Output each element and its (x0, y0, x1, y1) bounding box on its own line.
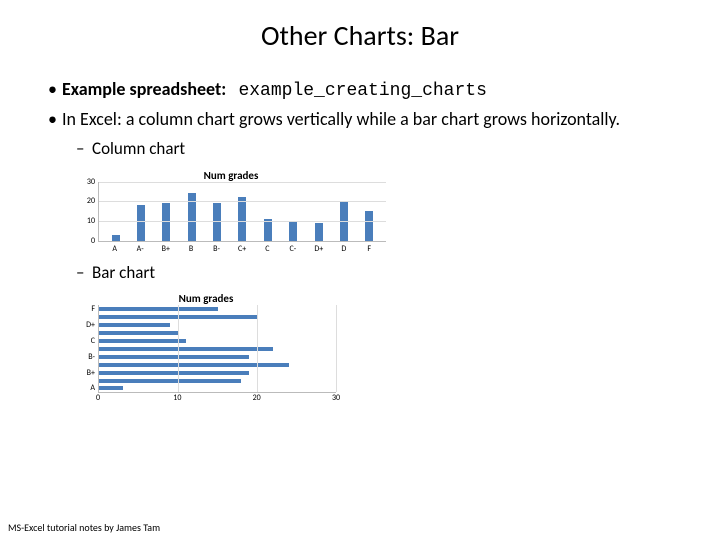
y-tick-label: B- (77, 352, 95, 362)
bullet-dot-icon: • (48, 107, 62, 131)
y-tick-label: A (77, 383, 95, 393)
column-chart-plot: 0102030 (98, 182, 386, 242)
column-bar (137, 205, 145, 240)
y-tick-label: C (77, 336, 95, 346)
x-tick-label: A- (136, 244, 144, 254)
bar-chart-xlabels: 0102030 (98, 393, 336, 405)
gridline (99, 221, 386, 222)
x-tick-label: D+ (314, 244, 322, 254)
x-tick-label: A (111, 244, 119, 254)
x-tick-label: B (187, 244, 195, 254)
bullet-2-text: In Excel: a column chart grows verticall… (62, 107, 620, 131)
bar (99, 379, 241, 383)
sub-bullet-bar-label: Bar chart (92, 262, 155, 285)
gridline (257, 305, 258, 392)
gridline (99, 201, 386, 202)
column-bar (238, 197, 246, 240)
y-tick-label: D+ (77, 320, 95, 330)
y-tick-label: B+ (77, 368, 95, 378)
bullet-2: • In Excel: a column chart grows vertica… (48, 107, 680, 131)
bar-row (99, 378, 336, 384)
bullet-1-prefix: Example spreadsheet: (62, 78, 226, 100)
column-bar (315, 223, 323, 241)
bar-chart: Num grades F D+ C B- B+ A 0 10 20 30 (76, 292, 680, 405)
column-bar (264, 219, 272, 241)
x-tick-label: D (340, 244, 348, 254)
column-chart-title: Num grades (76, 169, 386, 182)
x-tick-label: C (263, 244, 271, 254)
bar-row: B- (99, 354, 336, 360)
page-title: Other Charts: Bar (40, 18, 680, 53)
bar (99, 323, 170, 327)
y-tick-label: 10 (79, 216, 95, 226)
y-tick-label: 30 (79, 177, 95, 187)
column-chart: Num grades 0102030 AA-B+BB-C+CC-D+DF (76, 169, 680, 254)
x-tick-label: 30 (332, 393, 340, 403)
bullet-1: • Example spreadsheet: example_creating_… (48, 77, 680, 103)
bar (99, 386, 123, 390)
x-tick-label: B- (213, 244, 221, 254)
x-tick-label: C- (289, 244, 297, 254)
bar (99, 339, 186, 343)
bar-row (99, 346, 336, 352)
dash-icon: – (76, 138, 92, 161)
bar (99, 307, 218, 311)
bullet-list: • Example spreadsheet: example_creating_… (48, 77, 680, 161)
bar (99, 363, 289, 367)
bar-chart-plot: F D+ C B- B+ A (98, 305, 336, 393)
bar (99, 331, 178, 335)
gridline (99, 182, 386, 183)
gridline (336, 305, 337, 392)
column-bar (289, 221, 297, 241)
bar (99, 371, 249, 375)
column-bar (365, 211, 373, 241)
y-tick-label: 0 (79, 236, 95, 246)
bar-row: B+ (99, 370, 336, 376)
bar-row: C (99, 338, 336, 344)
gridline (178, 305, 179, 392)
bar-row: D+ (99, 322, 336, 328)
bar-row: F (99, 306, 336, 312)
bar (99, 355, 249, 359)
y-tick-label: F (77, 304, 95, 314)
bar-row (99, 330, 336, 336)
footer-text: MS-Excel tutorial notes by James Tam (8, 521, 160, 534)
dash-icon: – (76, 262, 92, 285)
bar-row (99, 362, 336, 368)
x-tick-label: 20 (253, 393, 261, 403)
bar-chart-title: Num grades (76, 292, 336, 305)
bullet-1-filename: example_creating_charts (238, 81, 486, 101)
column-chart-xlabels: A A- B+ B B- C+ C C- D+ D F (98, 244, 386, 254)
bullet-dot-icon: • (48, 77, 62, 103)
x-tick-label: 10 (173, 393, 181, 403)
x-tick-label: C+ (238, 244, 246, 254)
x-tick-label: F (365, 244, 373, 254)
bar-row: A (99, 385, 336, 391)
x-tick-label: 0 (96, 393, 100, 403)
column-bar (112, 235, 120, 241)
bar (99, 347, 273, 351)
bar-row (99, 314, 336, 320)
sub-bullet-bar: – Bar chart (76, 262, 680, 285)
sub-bullet-column: – Column chart (76, 138, 680, 161)
x-tick-label: B+ (162, 244, 170, 254)
y-tick-label: 20 (79, 196, 95, 206)
sub-bullet-column-label: Column chart (92, 138, 185, 161)
